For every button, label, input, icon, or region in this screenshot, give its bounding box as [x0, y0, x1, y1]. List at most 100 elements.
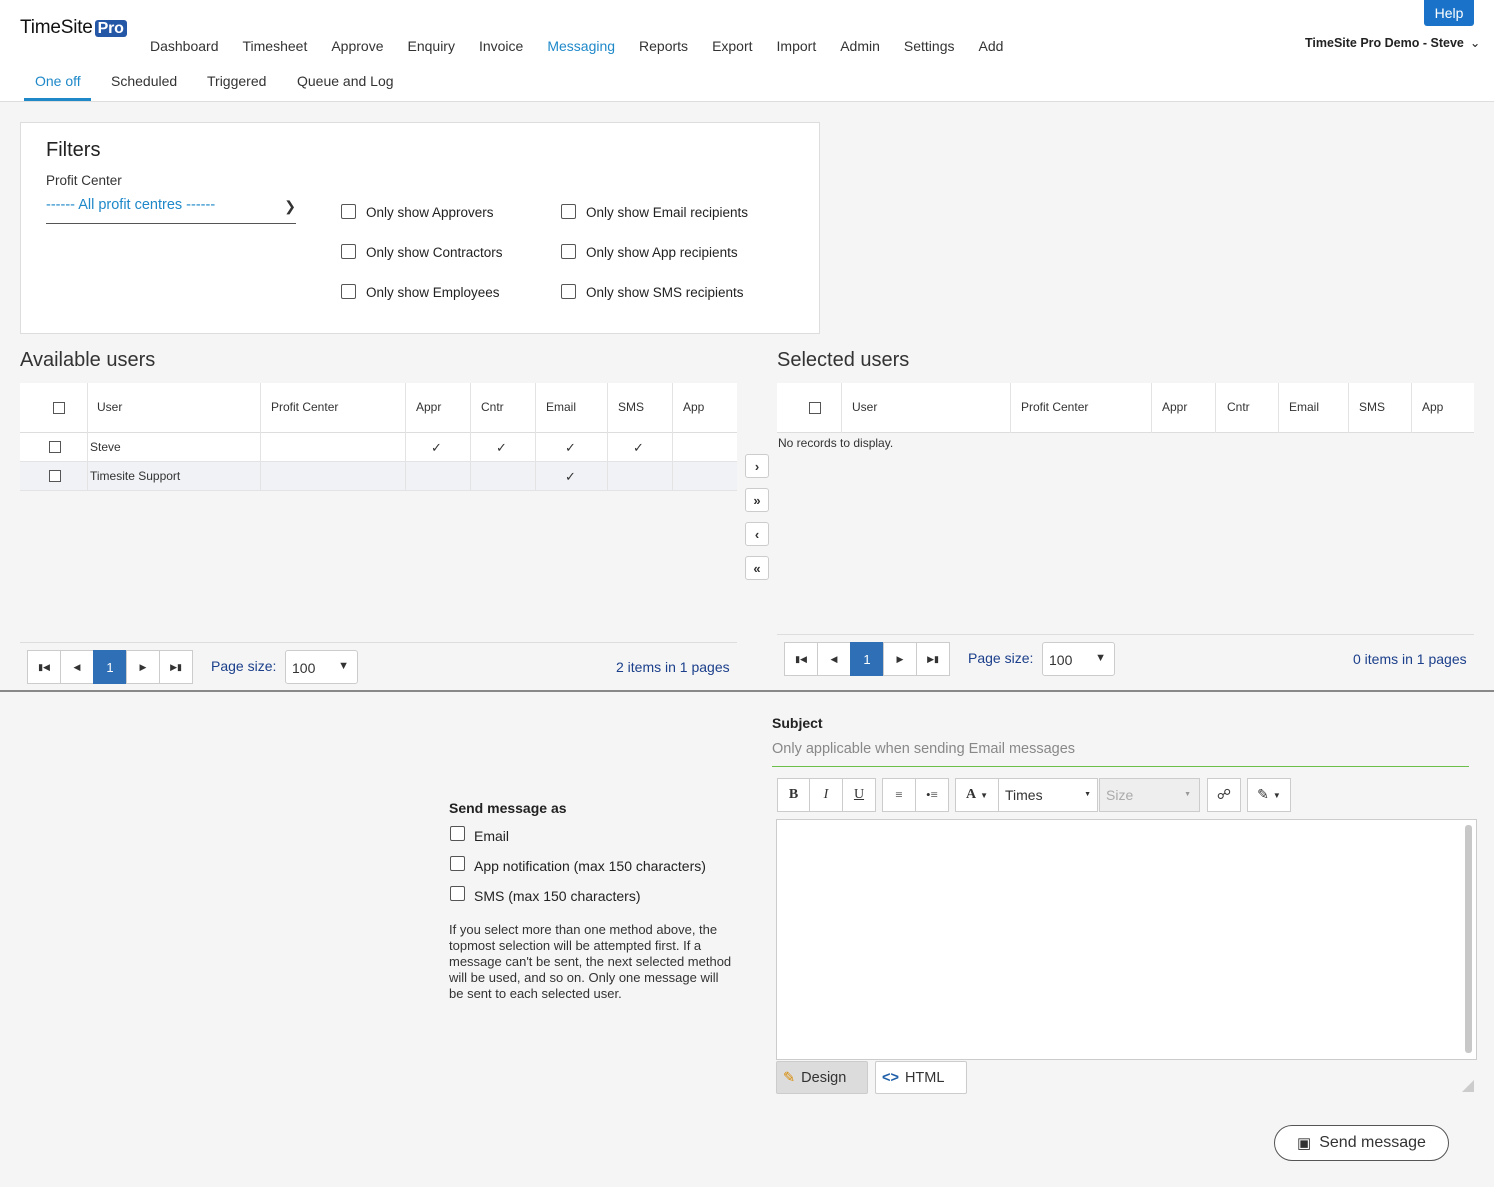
column-divider	[1215, 383, 1216, 433]
account-menu[interactable]: TimeSite Pro Demo - Steve ⌄	[1305, 35, 1480, 50]
nav-invoice[interactable]: Invoice	[479, 38, 523, 54]
font-name-select[interactable]: Times ▼	[998, 778, 1098, 812]
move-all-left-icon[interactable]: «	[745, 556, 769, 580]
page-size-select[interactable]: 100 ▼	[285, 650, 358, 684]
first-page-icon[interactable]: ▮◀	[784, 642, 818, 676]
employees-checkbox[interactable]	[341, 284, 356, 299]
available-col-appr[interactable]: Appr	[416, 400, 441, 414]
current-page-button[interactable]: 1	[850, 642, 884, 676]
send-email-checkbox[interactable]	[450, 826, 465, 841]
send-sms-label: SMS (max 150 characters)	[474, 888, 641, 904]
send-app-checkbox[interactable]	[450, 856, 465, 871]
contractors-label: Only show Contractors	[366, 245, 503, 260]
selected-col-cntr[interactable]: Cntr	[1227, 400, 1250, 414]
underline-icon[interactable]: U	[842, 778, 876, 812]
selected-select-all-checkbox[interactable]	[809, 402, 821, 414]
nav-settings[interactable]: Settings	[904, 38, 955, 54]
prev-page-icon[interactable]: ◀	[60, 650, 94, 684]
cell-user: Steve	[90, 440, 121, 454]
tab-triggered[interactable]: Triggered	[207, 73, 266, 89]
next-page-icon[interactable]: ▶	[883, 642, 917, 676]
nav-import[interactable]: Import	[777, 38, 817, 54]
bullet-list-icon[interactable]: •≡	[915, 778, 949, 812]
app-logo[interactable]: TimeSite Pro	[20, 17, 127, 39]
next-page-icon[interactable]: ▶	[126, 650, 160, 684]
sms-recipients-checkbox[interactable]	[561, 284, 576, 299]
nav-approve[interactable]: Approve	[331, 38, 383, 54]
available-col-user[interactable]: User	[97, 400, 122, 414]
selected-col-appr[interactable]: Appr	[1162, 400, 1187, 414]
column-divider	[1278, 383, 1279, 433]
nav-messaging[interactable]: Messaging	[547, 38, 615, 54]
move-all-right-icon[interactable]: »	[745, 488, 769, 512]
nav-dashboard[interactable]: Dashboard	[150, 38, 219, 54]
approvers-checkbox[interactable]	[341, 204, 356, 219]
profit-center-select[interactable]: ------ All profit centres ------ ❯	[46, 196, 296, 224]
ordered-list-icon[interactable]: ≡	[882, 778, 916, 812]
move-left-icon[interactable]: ‹	[745, 522, 769, 546]
selected-col-profit-center[interactable]: Profit Center	[1021, 400, 1088, 414]
available-col-cntr[interactable]: Cntr	[481, 400, 504, 414]
nav-admin[interactable]: Admin	[840, 38, 880, 54]
last-page-icon[interactable]: ▶▮	[159, 650, 193, 684]
font-color-icon[interactable]: A ▼	[955, 778, 999, 812]
selected-col-user[interactable]: User	[852, 400, 877, 414]
tab-one-off[interactable]: One off	[35, 73, 81, 89]
cell-user: Timesite Support	[90, 469, 181, 483]
nav-reports[interactable]: Reports	[639, 38, 688, 54]
section-divider	[0, 690, 1494, 692]
first-page-icon[interactable]: ▮◀	[27, 650, 61, 684]
approvers-label: Only show Approvers	[366, 205, 494, 220]
column-divider	[1010, 383, 1011, 433]
last-page-icon[interactable]: ▶▮	[916, 642, 950, 676]
send-as-note: If you select more than one method above…	[449, 922, 732, 1001]
move-right-icon[interactable]: ›	[745, 454, 769, 478]
tab-scheduled[interactable]: Scheduled	[111, 73, 177, 89]
send-message-button[interactable]: ▣ Send message	[1274, 1125, 1449, 1161]
italic-icon[interactable]: I	[809, 778, 843, 812]
selected-col-sms[interactable]: SMS	[1359, 400, 1385, 414]
current-page-button[interactable]: 1	[93, 650, 127, 684]
row-checkbox[interactable]	[49, 470, 61, 482]
editor-scrollbar[interactable]	[1465, 825, 1472, 1053]
page-size-label: Page size:	[211, 658, 277, 674]
nav-enquiry[interactable]: Enquiry	[408, 38, 455, 54]
page-size-select[interactable]: 100 ▼	[1042, 642, 1115, 676]
available-select-all-checkbox[interactable]	[53, 402, 65, 414]
subject-placeholder: Only applicable when sending Email messa…	[772, 741, 1076, 757]
nav-export[interactable]: Export	[712, 38, 752, 54]
page-size-value: 100	[292, 660, 316, 676]
table-row[interactable]	[20, 433, 737, 462]
subject-input[interactable]: Only applicable when sending Email messa…	[772, 737, 1469, 767]
link-icon[interactable]: ☍	[1207, 778, 1241, 812]
send-email-label: Email	[474, 828, 510, 844]
prev-page-icon[interactable]: ◀	[817, 642, 851, 676]
tab-queue-and-log[interactable]: Queue and Log	[297, 73, 394, 89]
logo-text: TimeSite	[20, 17, 93, 38]
filters-panel	[20, 122, 820, 334]
app-recipients-checkbox[interactable]	[561, 244, 576, 259]
row-checkbox[interactable]	[49, 441, 61, 453]
selected-col-app[interactable]: App	[1422, 400, 1443, 414]
html-mode-button[interactable]: <> HTML	[875, 1061, 967, 1094]
send-sms-checkbox[interactable]	[450, 886, 465, 901]
available-col-profit-center[interactable]: Profit Center	[271, 400, 338, 414]
email-recipients-checkbox[interactable]	[561, 204, 576, 219]
format-paint-icon[interactable]: ✎ ▼	[1247, 778, 1291, 812]
resize-handle-icon[interactable]	[1462, 1080, 1474, 1092]
help-button[interactable]: Help	[1424, 0, 1474, 26]
message-editor[interactable]	[776, 819, 1477, 1060]
column-divider	[535, 383, 536, 491]
available-col-email[interactable]: Email	[546, 400, 576, 414]
font-size-select[interactable]: Size ▼	[1099, 778, 1200, 812]
available-users-title: Available users	[20, 349, 156, 371]
design-mode-button[interactable]: ✎ Design	[776, 1061, 868, 1094]
available-col-sms[interactable]: SMS	[618, 400, 644, 414]
available-col-app[interactable]: App	[683, 400, 704, 414]
bold-icon[interactable]: B	[777, 778, 810, 812]
selected-col-email[interactable]: Email	[1289, 400, 1319, 414]
logo-badge: Pro	[94, 20, 127, 37]
contractors-checkbox[interactable]	[341, 244, 356, 259]
nav-add[interactable]: Add	[979, 38, 1004, 54]
nav-timesheet[interactable]: Timesheet	[243, 38, 308, 54]
